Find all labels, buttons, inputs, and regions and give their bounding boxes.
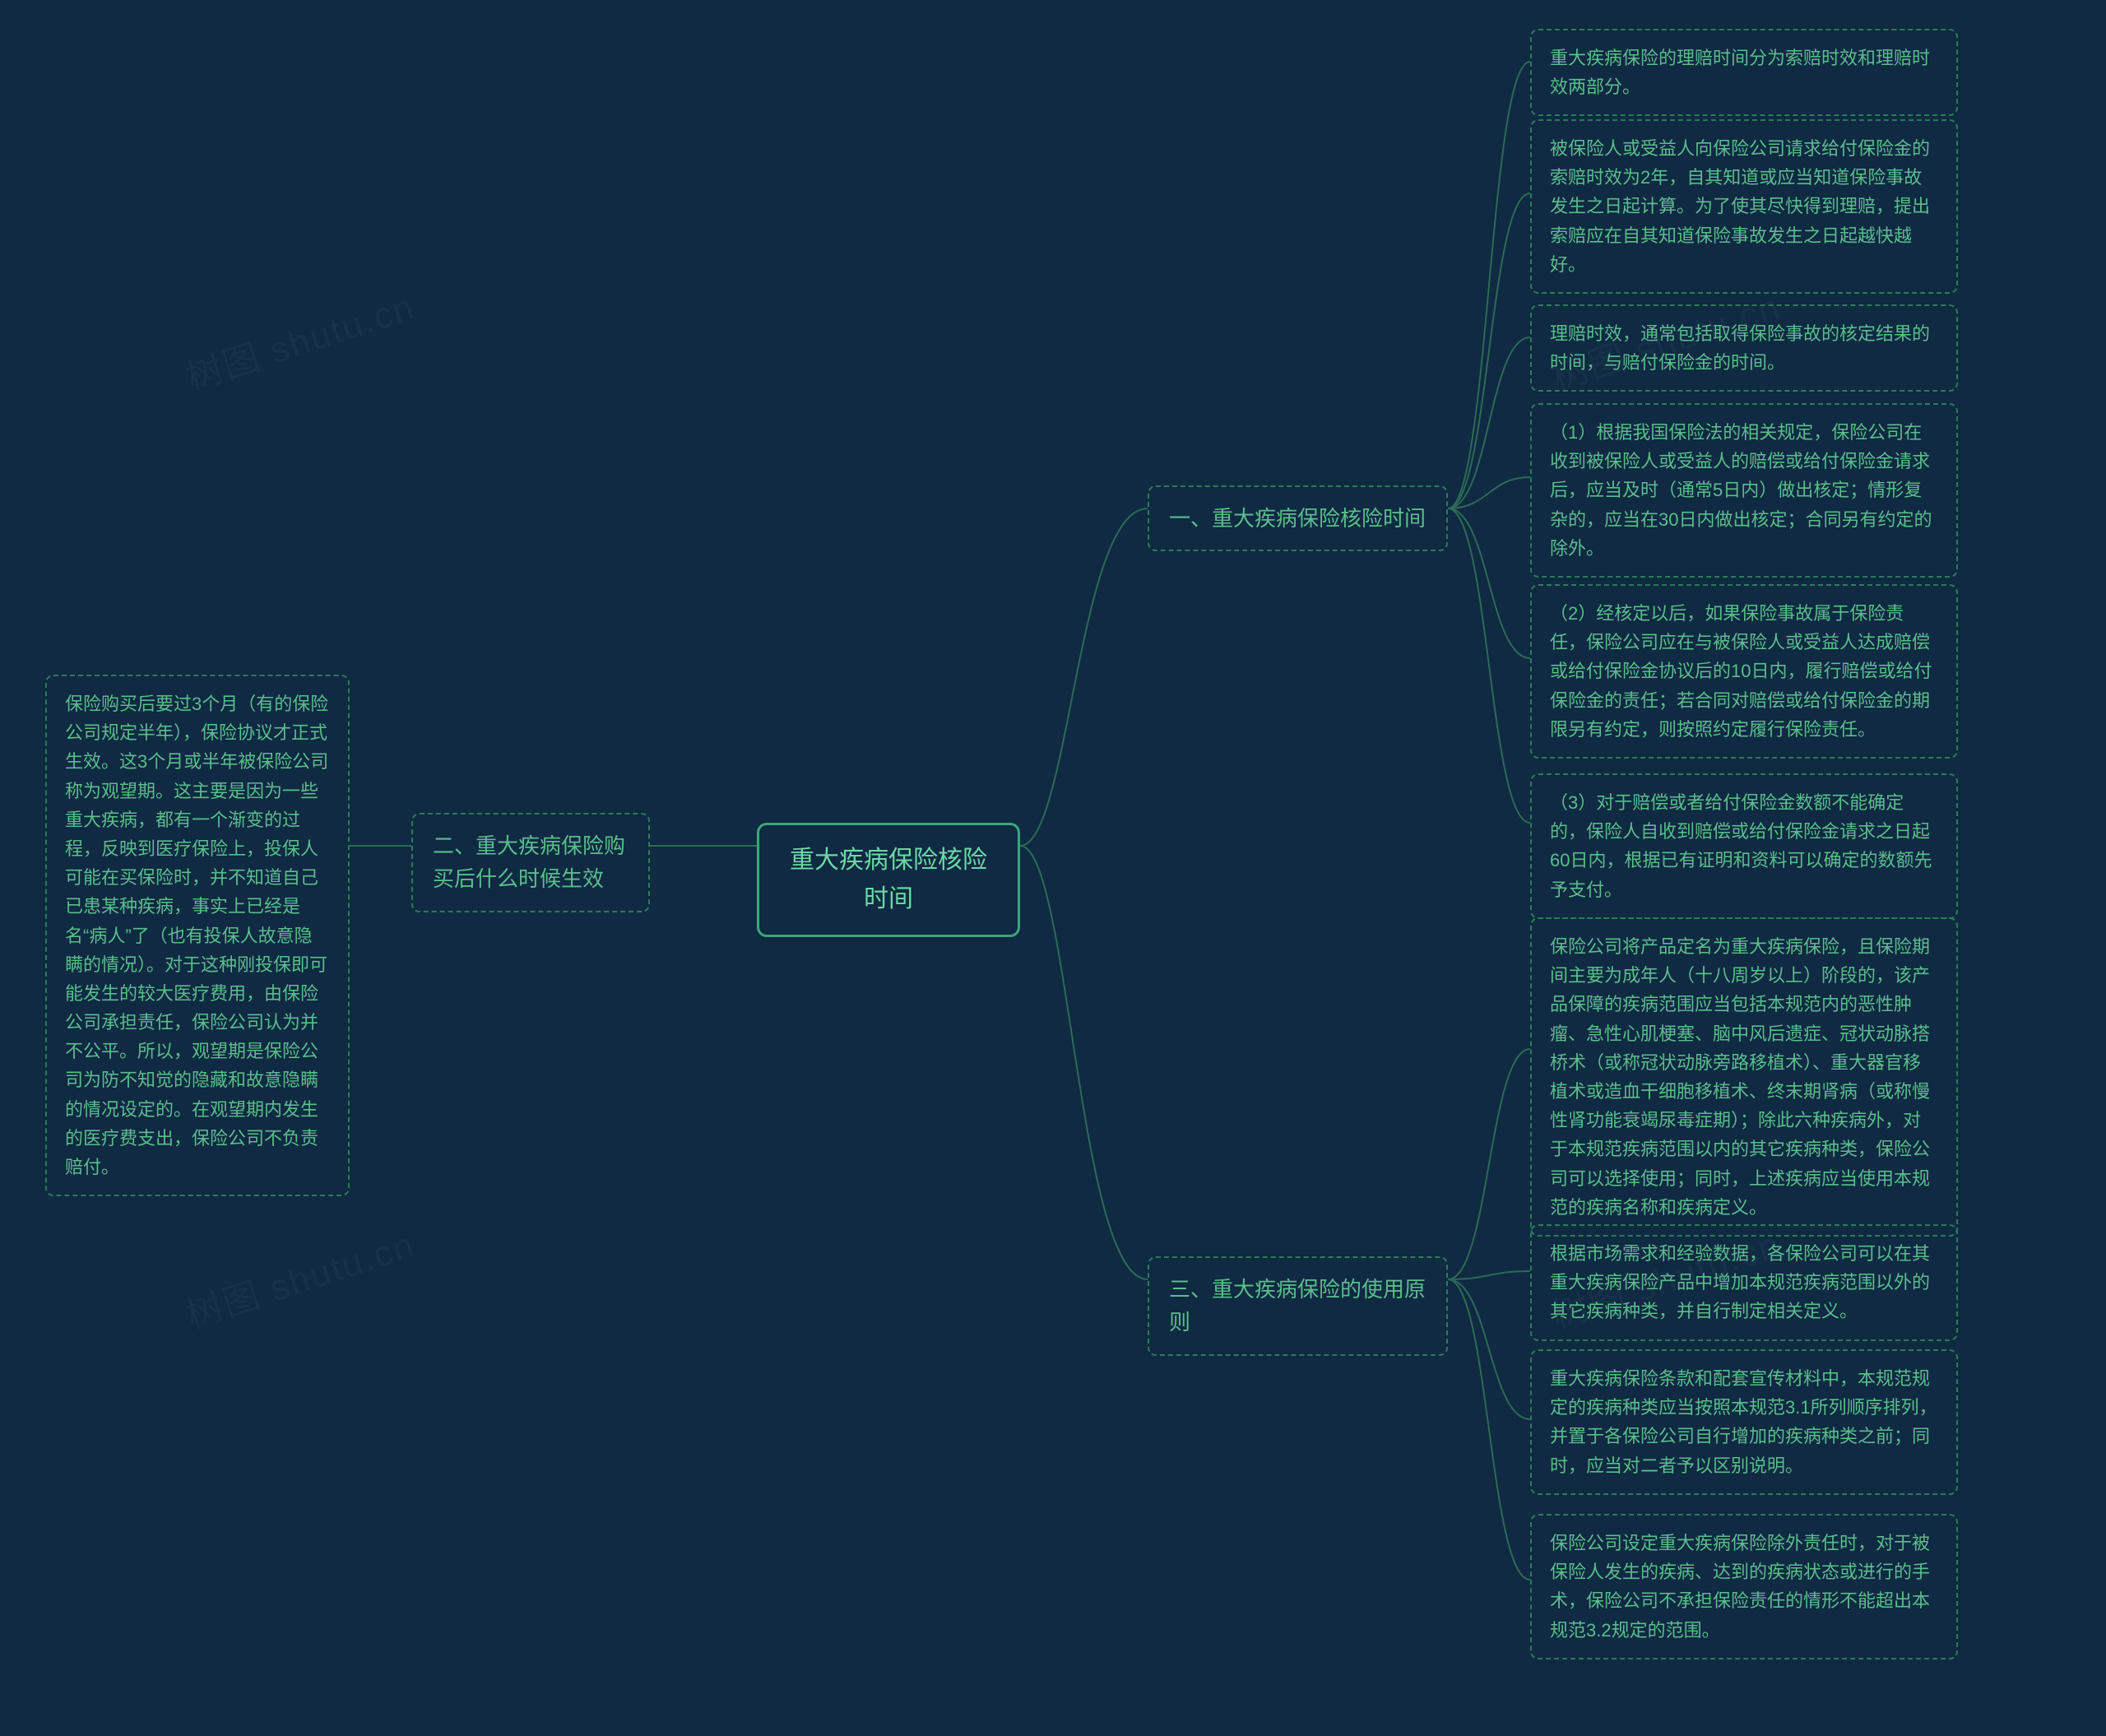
branch-1-leaf-6[interactable]: （3）对于赔偿或者给付保险金数额不能确定的，保险人自收到赔偿或给付保险金请求之日… (1530, 773, 1958, 919)
center-node[interactable]: 重大疾病保险核险时间 (757, 823, 1020, 937)
branch-3-leaf-2-text: 根据市场需求和经验数据，各保险公司可以在其重大疾病保险产品中增加本规范疾病范围以… (1550, 1243, 1930, 1321)
branch-2-title: 二、重大疾病保险购买后什么时候生效 (433, 833, 625, 891)
branch-3-leaf-1[interactable]: 保险公司将产品定名为重大疾病保险，且保险期间主要为成年人（十八周岁以上）阶段的，… (1530, 917, 1958, 1237)
branch-3-leaf-4-text: 保险公司设定重大疾病保险除外责任时，对于被保险人发生的疾病、达到的疾病状态或进行… (1550, 1533, 1930, 1641)
branch-2-leaf-1[interactable]: 保险购买后要过3个月（有的保险公司规定半年），保险协议才正式生效。这3个月或半年… (45, 675, 350, 1196)
branch-3-title: 三、重大疾病保险的使用原则 (1169, 1277, 1426, 1334)
branch-1-leaf-1-text: 重大疾病保险的理赔时间分为索赔时效和理赔时效两部分。 (1550, 48, 1930, 97)
branch-1-leaf-4[interactable]: （1）根据我国保险法的相关规定，保险公司在收到被保险人或受益人的赔偿或给付保险金… (1530, 403, 1958, 578)
branch-2[interactable]: 二、重大疾病保险购买后什么时候生效 (411, 813, 650, 912)
branch-3-leaf-2[interactable]: 根据市场需求和经验数据，各保险公司可以在其重大疾病保险产品中增加本规范疾病范围以… (1530, 1224, 1958, 1341)
branch-1-leaf-6-text: （3）对于赔偿或者给付保险金数额不能确定的，保险人自收到赔偿或给付保险金请求之日… (1550, 792, 1932, 900)
branch-1-title: 一、重大疾病保险核险时间 (1169, 506, 1426, 531)
branch-3-leaf-3[interactable]: 重大疾病保险条款和配套宣传材料中，本规范规定的疾病种类应当按照本规范3.1所列顺… (1530, 1349, 1958, 1495)
branch-1-leaf-1[interactable]: 重大疾病保险的理赔时间分为索赔时效和理赔时效两部分。 (1530, 29, 1958, 116)
branch-3-leaf-3-text: 重大疾病保险条款和配套宣传材料中，本规范规定的疾病种类应当按照本规范3.1所列顺… (1550, 1368, 1937, 1476)
branch-1-leaf-5-text: （2）经核定以后，如果保险事故属于保险责任，保险公司应在与被保险人或受益人达成赔… (1550, 603, 1932, 740)
branch-1[interactable]: 一、重大疾病保险核险时间 (1148, 485, 1448, 551)
branch-3-leaf-4[interactable]: 保险公司设定重大疾病保险除外责任时，对于被保险人发生的疾病、达到的疾病状态或进行… (1530, 1514, 1958, 1659)
branch-1-leaf-4-text: （1）根据我国保险法的相关规定，保险公司在收到被保险人或受益人的赔偿或给付保险金… (1550, 422, 1932, 559)
branch-1-leaf-5[interactable]: （2）经核定以后，如果保险事故属于保险责任，保险公司应在与被保险人或受益人达成赔… (1530, 584, 1958, 759)
branch-1-leaf-2-text: 被保险人或受益人向保险公司请求给付保险金的索赔时效为2年，自其知道或应当知道保险… (1550, 138, 1930, 275)
branch-1-leaf-3[interactable]: 理赔时效，通常包括取得保险事故的核定结果的时间，与赔付保险金的时间。 (1530, 304, 1958, 392)
branch-3[interactable]: 三、重大疾病保险的使用原则 (1148, 1256, 1448, 1356)
branch-3-leaf-1-text: 保险公司将产品定名为重大疾病保险，且保险期间主要为成年人（十八周岁以上）阶段的，… (1550, 936, 1930, 1218)
watermark: 树图 shutu.cn (179, 277, 420, 401)
branch-1-leaf-3-text: 理赔时效，通常包括取得保险事故的核定结果的时间，与赔付保险金的时间。 (1550, 323, 1930, 373)
center-title: 重大疾病保险核险时间 (790, 847, 987, 912)
branch-1-leaf-2[interactable]: 被保险人或受益人向保险公司请求给付保险金的索赔时效为2年，自其知道或应当知道保险… (1530, 119, 1958, 294)
branch-2-leaf-1-text: 保险购买后要过3个月（有的保险公司规定半年），保险协议才正式生效。这3个月或半年… (65, 694, 328, 1177)
watermark: 树图 shutu.cn (179, 1215, 420, 1339)
